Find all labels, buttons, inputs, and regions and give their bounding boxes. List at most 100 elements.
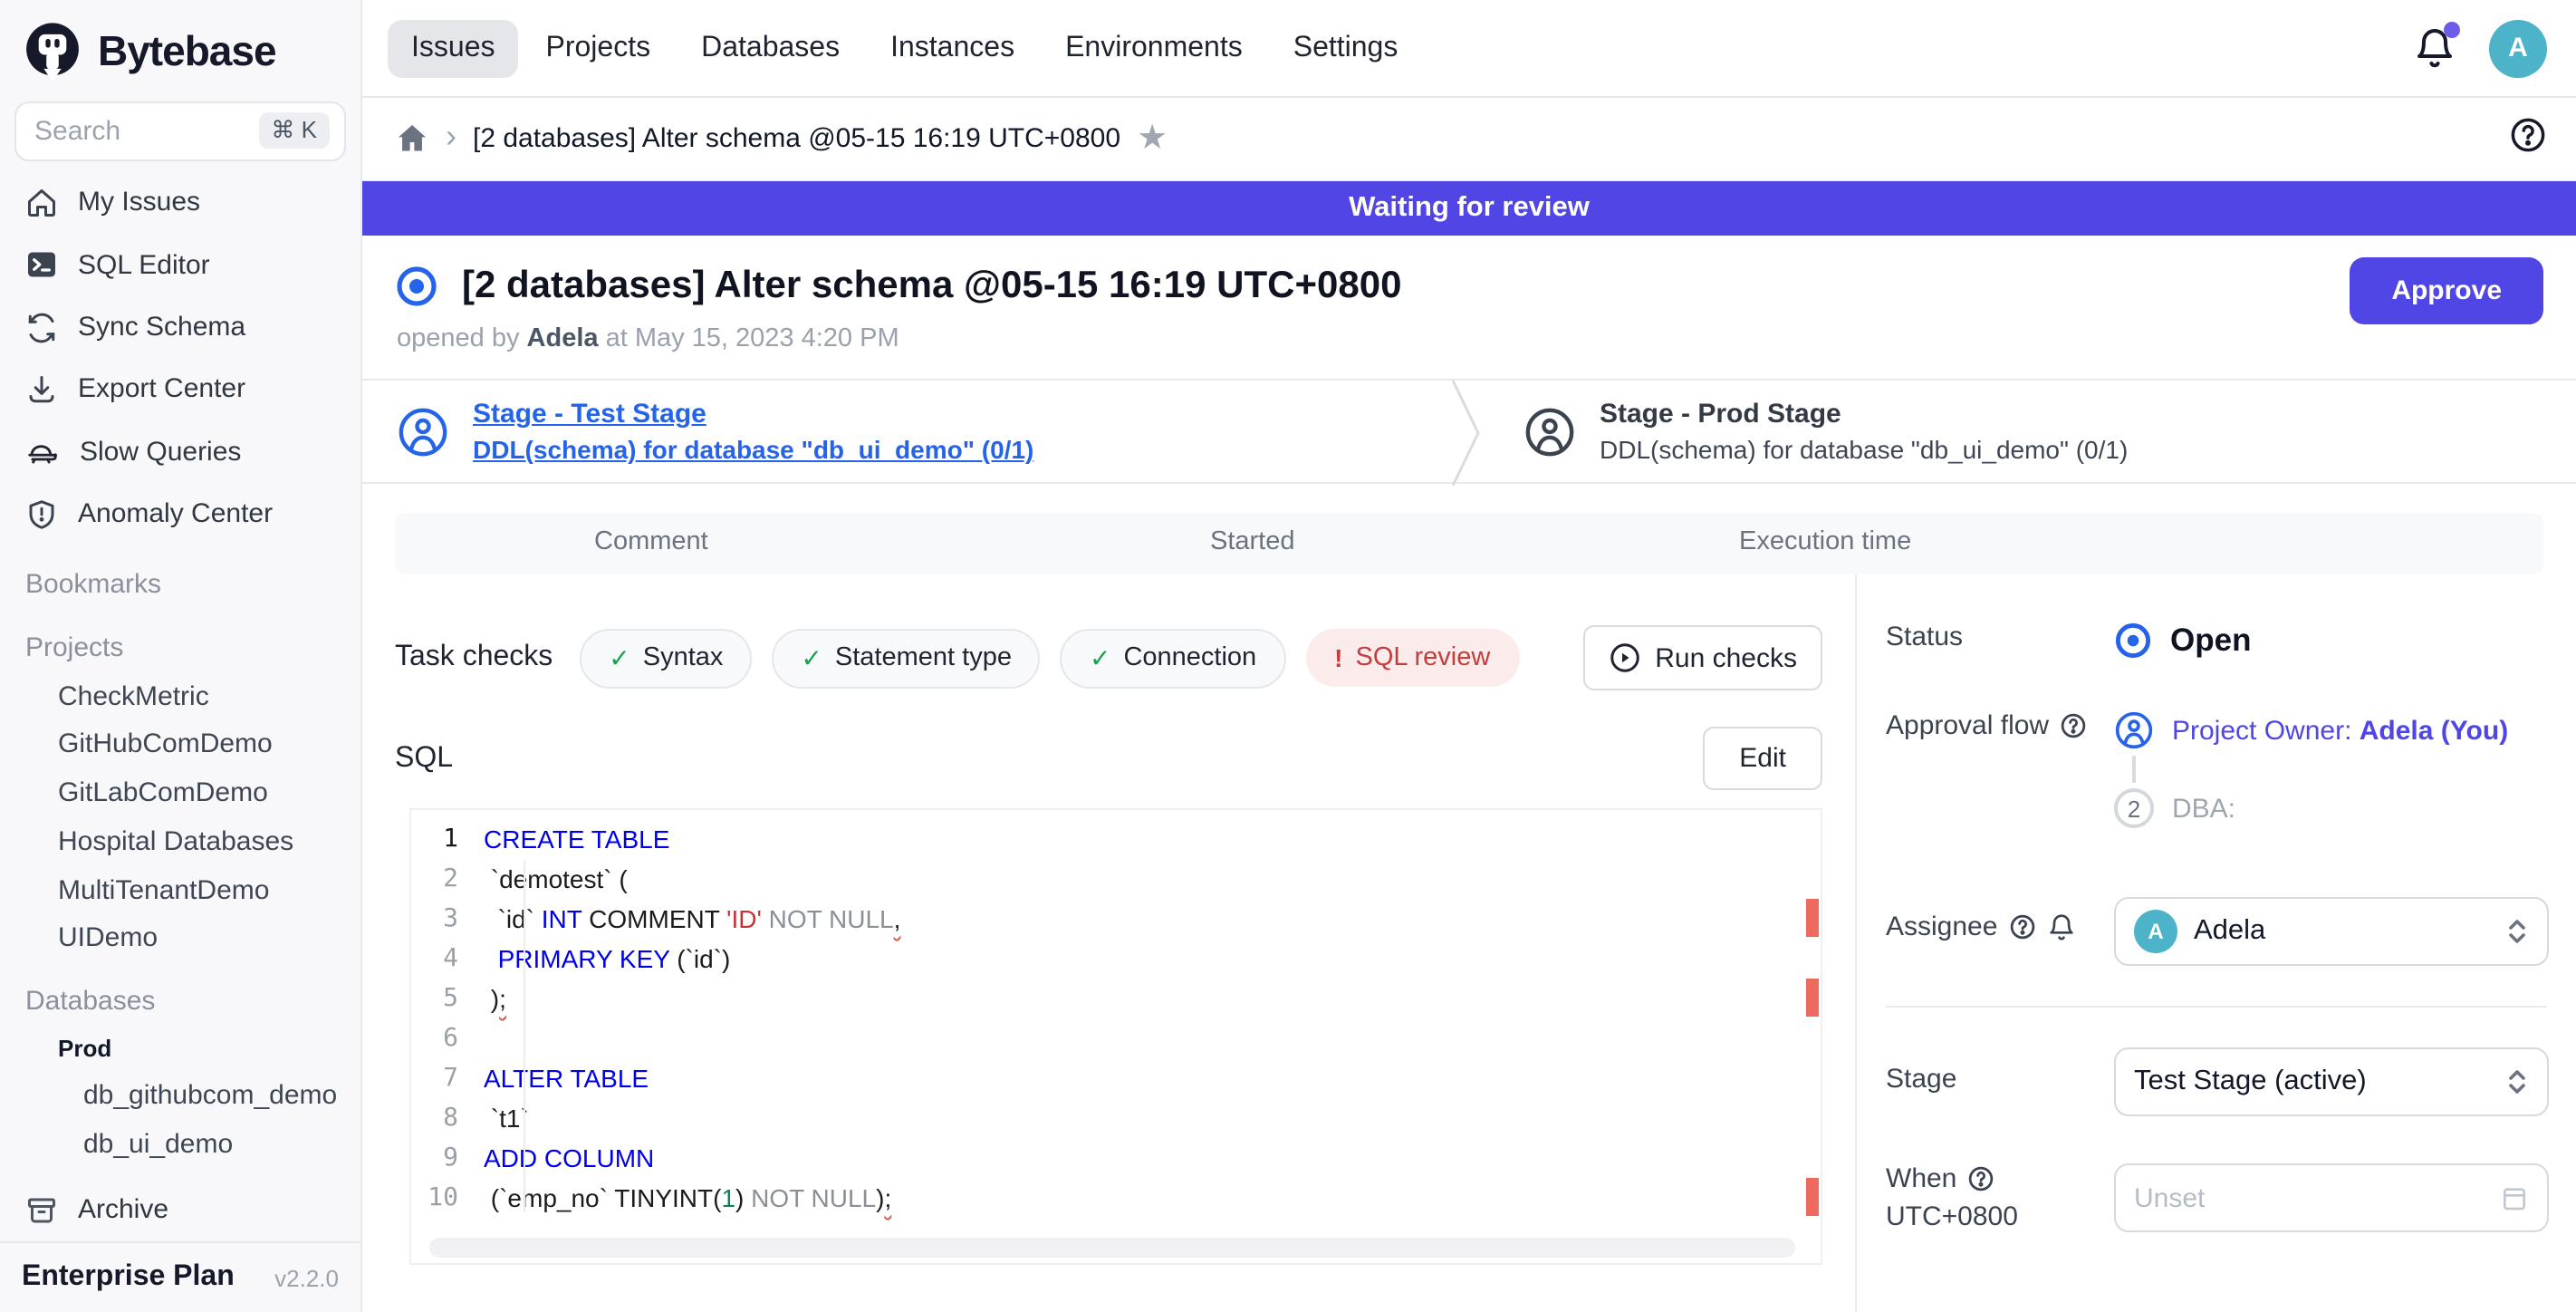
search-shortcut-kbd: ⌘ K — [258, 113, 330, 150]
check-statement-type[interactable]: ✓Statement type — [772, 628, 1041, 688]
assignee-label: Assignee — [1886, 912, 1997, 942]
home-breadcrumb-icon[interactable] — [395, 121, 429, 156]
top-navigation: Issues Projects Databases Instances Envi… — [362, 0, 2576, 98]
column-comment: Comment — [594, 527, 708, 556]
stage-name[interactable]: Stage - Test Stage — [473, 399, 1033, 429]
status-open-icon — [2114, 622, 2152, 660]
stage-label: Stage — [1886, 1064, 2114, 1095]
stage-task: DDL(schema) for database "db_ui_demo" (0… — [1600, 435, 2128, 464]
sidebar-item-slow-queries[interactable]: Slow Queries — [0, 420, 360, 483]
assignee-select[interactable]: A Adela — [2114, 897, 2549, 966]
code-lines: 1CREATE TABLE2 `demotest` (3 `id` INT CO… — [411, 810, 1821, 1218]
horizontal-scrollbar[interactable] — [429, 1238, 1795, 1258]
issue-meta: opened by Adela at May 15, 2023 4:20 PM — [397, 324, 2543, 353]
sidebar-item-export-center[interactable]: Export Center — [0, 358, 360, 420]
sidebar-item-label: Archive — [78, 1194, 168, 1225]
code-line[interactable]: 2 `demotest` ( — [411, 859, 1821, 899]
sidebar-item-my-issues[interactable]: My Issues — [0, 171, 360, 234]
code-line[interactable]: 7ALTER TABLE — [411, 1058, 1821, 1098]
search-input[interactable]: Search ⌘ K — [14, 101, 346, 160]
status-row: Status Open — [1886, 622, 2547, 660]
breadcrumb-title: [2 databases] Alter schema @05-15 16:19 … — [473, 123, 1120, 154]
check-sql-review[interactable]: !SQL review — [1305, 629, 1519, 687]
play-circle-icon — [1608, 642, 1640, 674]
sql-header-row: SQL Edit — [395, 727, 1822, 790]
tab-instances[interactable]: Instances — [867, 19, 1038, 77]
code-line[interactable]: 1CREATE TABLE — [411, 819, 1821, 859]
code-line[interactable]: 6 — [411, 1018, 1821, 1058]
check-connection[interactable]: ✓Connection — [1061, 628, 1285, 688]
stage-test-stage[interactable]: Stage - Test Stage DDL(schema) for datab… — [362, 381, 1449, 482]
logo[interactable]: Bytebase — [0, 0, 360, 98]
stage-task-link[interactable]: DDL(schema) for database "db_ui_demo" (0… — [473, 435, 1033, 464]
help-button[interactable] — [2509, 115, 2547, 162]
updown-chevron-icon — [2505, 917, 2529, 946]
approval-step-1[interactable]: Project Owner: Adela (You) — [2114, 710, 2547, 750]
when-label: When — [1886, 1163, 1956, 1194]
status-banner: Waiting for review — [362, 181, 2576, 236]
sidebar-db-ui-demo[interactable]: db_ui_demo — [0, 1120, 360, 1168]
status-value: Open — [2170, 622, 2251, 660]
bytebase-logo-icon — [22, 20, 83, 82]
sidebar-db-githubcom-demo[interactable]: db_githubcom_demo — [0, 1071, 360, 1119]
when-input[interactable]: Unset — [2114, 1163, 2549, 1232]
plan-name: Enterprise Plan — [22, 1261, 235, 1294]
approve-button[interactable]: Approve — [2350, 257, 2543, 324]
sidebar-project-checkmetric[interactable]: CheckMetric — [0, 672, 360, 720]
code-line[interactable]: 5 ); — [411, 979, 1821, 1018]
error-ruler-mark — [1806, 1178, 1819, 1216]
breadcrumb: › [2 databases] Alter schema @05-15 16:1… — [362, 98, 2576, 181]
check-pass-icon: ✓ — [609, 642, 630, 673]
code-line[interactable]: 3 `id` INT COMMENT 'ID' NOT NULL, — [411, 899, 1821, 939]
column-started: Started — [1210, 527, 1295, 556]
app-version: v2.2.0 — [274, 1264, 339, 1291]
sidebar-project-gitlabcomdemo[interactable]: GitLabComDemo — [0, 769, 360, 817]
task-checks-label: Task checks — [395, 642, 553, 674]
sidebar-project-hospital-databases[interactable]: Hospital Databases — [0, 817, 360, 865]
code-line[interactable]: 8 `t1` — [411, 1098, 1821, 1138]
help-circle-icon[interactable] — [2060, 712, 2087, 739]
notifications-button[interactable] — [2413, 26, 2456, 70]
code-line[interactable]: 9ADD COLUMN — [411, 1138, 1821, 1178]
sidebar-project-multitenantdemo[interactable]: MultiTenantDemo — [0, 866, 360, 914]
dba-role: DBA: — [2172, 793, 2235, 824]
sql-editor[interactable]: 1CREATE TABLE2 `demotest` (3 `id` INT CO… — [409, 808, 1822, 1265]
approval-connector — [2132, 756, 2136, 783]
terminal-icon — [25, 248, 58, 281]
tab-databases[interactable]: Databases — [678, 19, 863, 77]
tab-projects[interactable]: Projects — [523, 19, 675, 77]
shield-icon — [25, 497, 58, 530]
code-line[interactable]: 4 PRIMARY KEY (`id`) — [411, 939, 1821, 979]
approver-name: Adela (You) — [2360, 715, 2508, 746]
sidebar-item-archive[interactable]: Archive — [0, 1179, 360, 1241]
stage-select[interactable]: Test Stage (active) — [2114, 1047, 2549, 1116]
sidebar-item-sql-editor[interactable]: SQL Editor — [0, 234, 360, 296]
help-circle-icon[interactable] — [1967, 1165, 1994, 1192]
main-area: Issues Projects Databases Instances Envi… — [362, 0, 2576, 1312]
edit-button[interactable]: Edit — [1703, 727, 1822, 790]
person-circle-icon — [1523, 405, 1576, 458]
run-checks-button[interactable]: Run checks — [1582, 625, 1822, 690]
sidebar-item-sync-schema[interactable]: Sync Schema — [0, 296, 360, 359]
subscribe-bell-icon[interactable] — [2046, 912, 2075, 941]
approval-flow-row: Approval flow Project Owner: Adela (You)… — [1886, 710, 2547, 828]
tab-issues[interactable]: Issues — [388, 19, 519, 77]
sidebar-project-githubcomdemo[interactable]: GitHubComDemo — [0, 720, 360, 768]
tab-environments[interactable]: Environments — [1042, 19, 1266, 77]
avatar[interactable]: A — [2489, 19, 2547, 77]
sidebar: Bytebase Search ⌘ K My Issues SQL Editor… — [0, 0, 362, 1312]
download-icon — [25, 373, 58, 406]
plan-footer[interactable]: Enterprise Plan v2.2.0 — [0, 1241, 360, 1312]
stage-prod-stage[interactable]: Stage - Prod Stage DDL(schema) for datab… — [1489, 381, 2128, 482]
check-syntax[interactable]: ✓Syntax — [580, 628, 752, 688]
sidebar-item-anomaly-center[interactable]: Anomaly Center — [0, 483, 360, 545]
star-icon[interactable]: ★ — [1137, 118, 1168, 159]
sidebar-item-label: Anomaly Center — [78, 498, 273, 529]
issue-author: Adela — [527, 324, 599, 353]
code-line[interactable]: 10 (`emp_no` TINYINT(1) NOT NULL); — [411, 1178, 1821, 1218]
help-icon — [2509, 115, 2547, 153]
tab-settings[interactable]: Settings — [1270, 19, 1422, 77]
help-circle-icon[interactable] — [2008, 913, 2035, 941]
sidebar-project-uidemo[interactable]: UIDemo — [0, 914, 360, 962]
issue-title: [2 databases] Alter schema @05-15 16:19 … — [462, 265, 1401, 308]
